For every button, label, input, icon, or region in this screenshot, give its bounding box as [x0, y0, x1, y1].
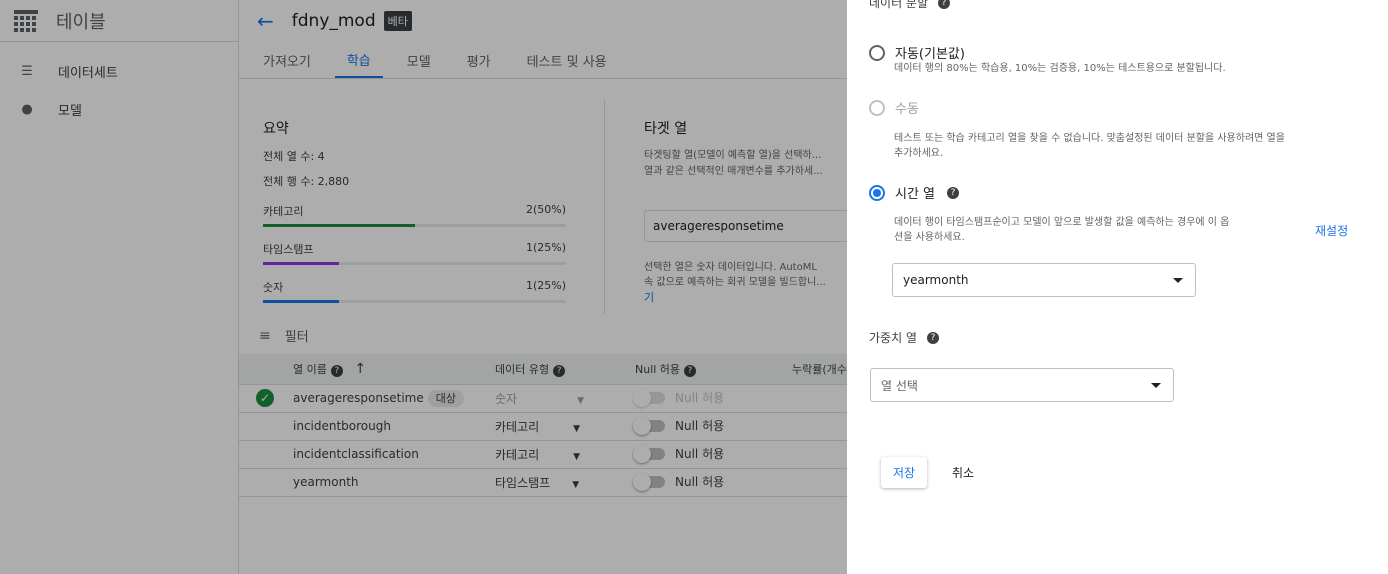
split-manual-desc: 테스트 또는 학습 카테고리 열을 찾을 수 없습니다. 맞춤설정된 데이터 분…: [894, 133, 1285, 159]
split-manual-radio[interactable]: 수동: [869, 98, 919, 117]
cancel-button[interactable]: 취소: [940, 457, 986, 488]
split-time-radio[interactable]: 시간 열?: [869, 183, 960, 202]
radio-icon: [869, 99, 885, 116]
data-split-title: 데이터 분할?: [869, 0, 951, 11]
dropdown-arrow-icon: [1151, 382, 1161, 388]
time-column-select[interactable]: yearmonth: [892, 263, 1196, 297]
reset-link[interactable]: 재설정: [1315, 222, 1348, 239]
advanced-options-panel: 데이터 분할? 자동(기본값) 데이터 행의 80%는 학습용, 10%는 검증…: [847, 0, 1388, 574]
help-icon: ?: [938, 0, 951, 9]
split-auto-desc: 데이터 행의 80%는 학습용, 10%는 검증용, 10%는 테스트용으로 분…: [894, 63, 1226, 74]
help-icon: ?: [926, 331, 939, 344]
weight-column-title: 가중치 열?: [869, 329, 939, 346]
radio-selected-icon: [869, 184, 885, 201]
help-icon: ?: [947, 186, 960, 199]
save-button[interactable]: 저장: [881, 457, 928, 488]
modal-scrim[interactable]: [0, 0, 847, 574]
radio-icon: [869, 44, 885, 61]
weight-column-select[interactable]: 열 선택: [870, 368, 1174, 402]
split-auto-radio[interactable]: 자동(기본값): [869, 43, 965, 62]
split-time-desc: 데이터 행이 타임스탬프순이고 모델이 앞으로 발생할 값을 예측하는 경우에 …: [894, 217, 1230, 243]
dropdown-arrow-icon: [1173, 277, 1183, 283]
